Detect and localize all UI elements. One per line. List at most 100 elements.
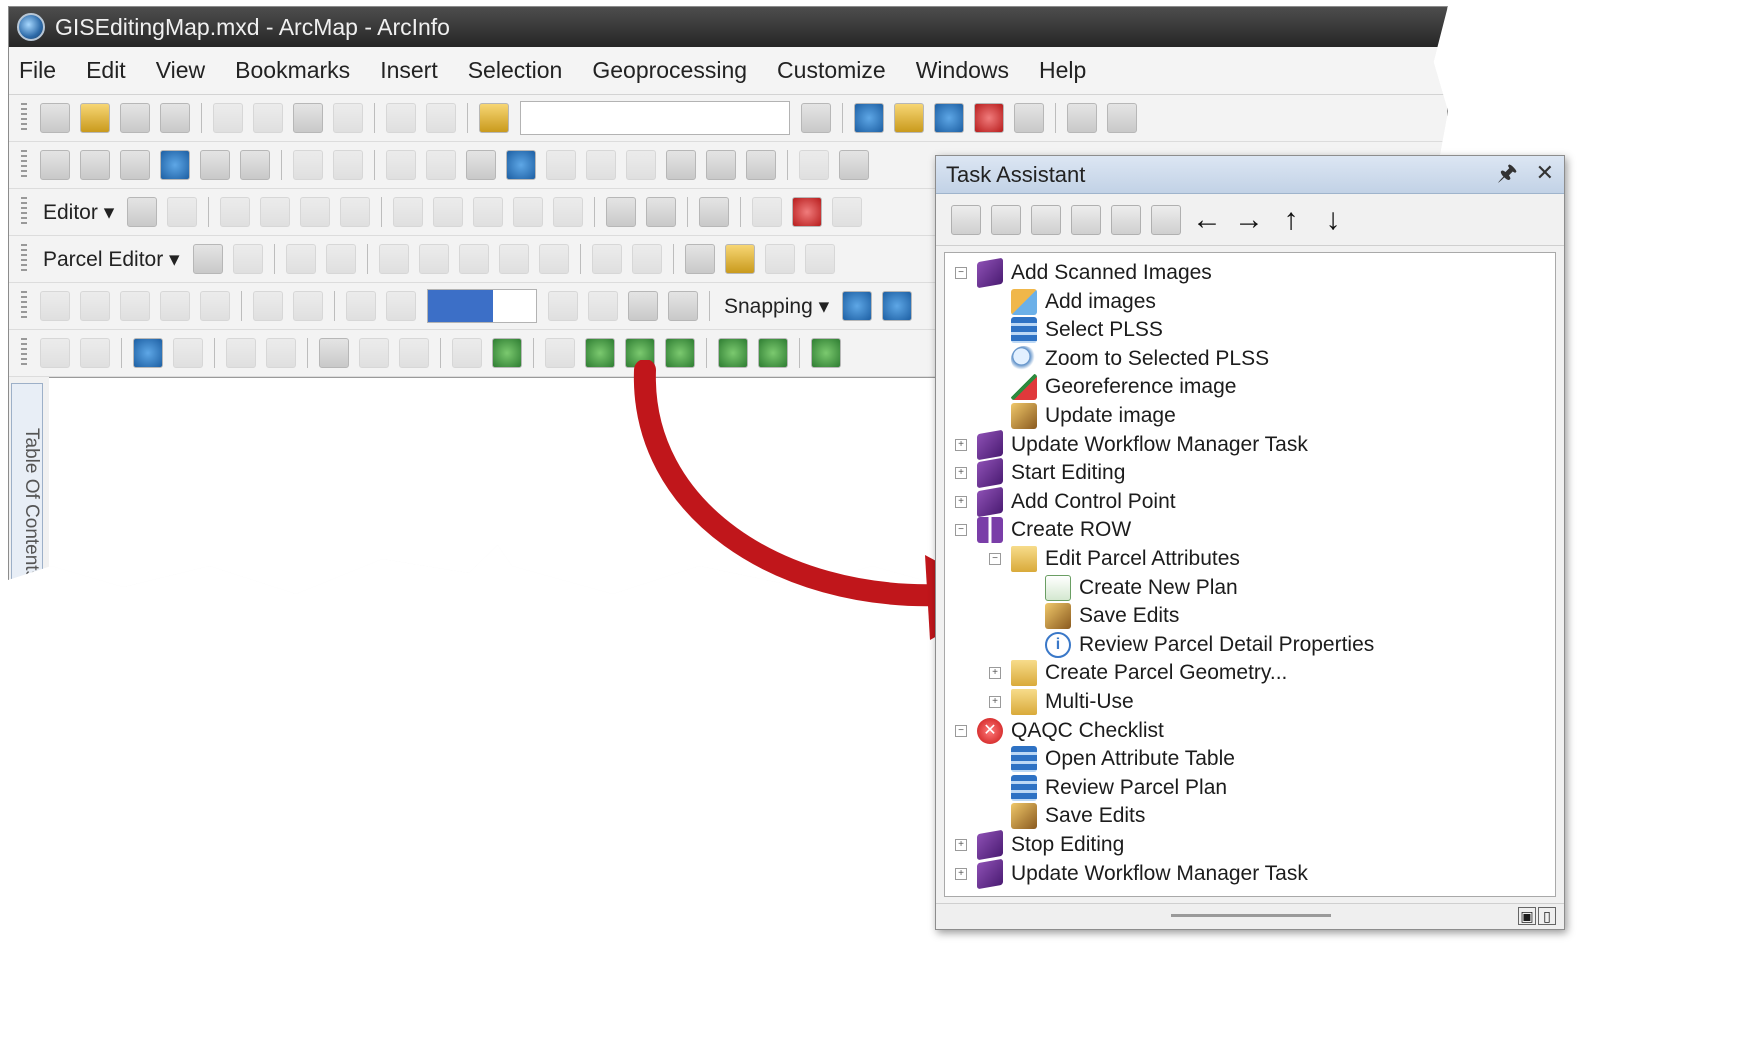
expander-toggle[interactable]: +	[989, 696, 1001, 708]
menu-windows[interactable]: Windows	[916, 57, 1009, 84]
task-tree-item[interactable]: + Update Workflow Manager Task	[955, 429, 1308, 460]
catalog-icon[interactable]	[894, 103, 924, 133]
expander-toggle[interactable]: +	[989, 667, 1001, 680]
task-tree-item[interactable]: Update image	[989, 402, 1176, 430]
parcel-explorer-icon[interactable]	[631, 244, 662, 274]
new-document-icon[interactable]	[40, 103, 70, 133]
edit-annotation-icon[interactable]	[167, 197, 198, 227]
layer-copy-icon[interactable]	[684, 244, 715, 274]
menu-edit[interactable]: Edit	[86, 57, 126, 84]
misc-tool-4-icon[interactable]	[173, 338, 203, 368]
misc-tool-5-icon[interactable]	[226, 338, 256, 368]
misc-tool-1-icon[interactable]	[40, 338, 70, 368]
select-features-icon[interactable]	[386, 150, 416, 180]
move-left-icon[interactable]: ←	[1190, 203, 1224, 237]
open-workflow-icon[interactable]	[951, 204, 981, 235]
measure-icon[interactable]	[626, 150, 656, 180]
toolbar-grip[interactable]	[21, 103, 27, 133]
fixed-zoom-out-icon[interactable]	[240, 150, 270, 180]
network-tool-2-icon[interactable]	[668, 291, 698, 321]
task-tree-item[interactable]: − ✕ QAQC Checklist	[955, 717, 1164, 745]
pin-icon[interactable]: 🖈	[1497, 160, 1517, 185]
expander-toggle[interactable]: +	[955, 467, 967, 480]
identify-icon[interactable]	[506, 150, 536, 180]
expander-toggle[interactable]: −	[989, 553, 1001, 565]
go-to-xy-icon[interactable]	[746, 150, 776, 180]
menu-help[interactable]: Help	[1039, 57, 1086, 84]
task-tree-item[interactable]: Review Parcel Plan	[989, 774, 1227, 802]
parcel-lines-icon[interactable]	[232, 244, 263, 274]
task-tree-item[interactable]: − Edit Parcel Attributes	[989, 545, 1240, 573]
task-tree-item[interactable]: Select PLSS	[989, 316, 1163, 344]
move-right-icon[interactable]: →	[1232, 203, 1266, 237]
task-tree-item[interactable]: − Add Scanned Images	[955, 257, 1212, 289]
menu-customize[interactable]: Customize	[777, 57, 886, 84]
layer-combo[interactable]	[427, 289, 537, 323]
georef-tool-3-icon[interactable]	[120, 291, 150, 321]
globe-tool-icon[interactable]	[492, 338, 522, 368]
hyperlink-icon[interactable]	[546, 150, 576, 180]
new-workflow-icon[interactable]	[1031, 204, 1061, 235]
expander-toggle[interactable]: +	[955, 495, 967, 508]
toolbar-grip[interactable]	[21, 150, 27, 180]
html-popup-icon[interactable]	[586, 150, 616, 180]
join-icon[interactable]	[378, 244, 409, 274]
task-tree-item[interactable]: Save Edits	[1023, 602, 1179, 630]
move-up-icon[interactable]: ↑	[1274, 203, 1308, 237]
misc-tool-7-icon[interactable]	[319, 338, 349, 368]
parcel-details-icon[interactable]	[325, 244, 356, 274]
parallel-icon[interactable]	[498, 244, 529, 274]
reshape-icon[interactable]	[433, 197, 464, 227]
arc-segment-icon[interactable]	[260, 197, 291, 227]
expander-toggle[interactable]: +	[955, 438, 967, 451]
edit-tool-icon[interactable]	[127, 197, 158, 227]
expander-toggle[interactable]: −	[955, 267, 967, 279]
sketch-properties-icon[interactable]	[646, 197, 677, 227]
find-icon[interactable]	[666, 150, 696, 180]
task-tree-item[interactable]: + Create Parcel Geometry...	[989, 659, 1287, 687]
expander-toggle[interactable]: −	[955, 724, 967, 737]
point-icon[interactable]	[340, 197, 371, 227]
zoom-out-icon[interactable]	[80, 150, 110, 180]
copy-task-icon[interactable]	[1111, 204, 1141, 235]
undo-icon[interactable]	[386, 103, 416, 133]
view-toggle-2-icon[interactable]: ▯	[1538, 907, 1556, 925]
find-route-icon[interactable]	[706, 150, 736, 180]
model-builder-icon[interactable]	[1067, 103, 1097, 133]
menu-bookmarks[interactable]: Bookmarks	[235, 57, 350, 84]
toolbar-grip[interactable]	[21, 338, 27, 368]
cut-polygons-icon[interactable]	[473, 197, 504, 227]
cut-icon[interactable]	[213, 103, 243, 133]
map-scale-combo[interactable]	[520, 101, 790, 135]
toolbar-grip[interactable]	[21, 291, 27, 321]
georef-tool-5-icon[interactable]	[200, 291, 230, 321]
task-tree-item[interactable]: Open Attribute Table	[989, 745, 1235, 773]
menu-file[interactable]: File	[19, 57, 56, 84]
toolbar-grip[interactable]	[21, 244, 27, 274]
georef-tool-4-icon[interactable]	[160, 291, 190, 321]
pan-icon[interactable]	[120, 150, 150, 180]
misc-tool-3-icon[interactable]	[133, 338, 163, 368]
expander-toggle[interactable]: −	[955, 524, 967, 537]
menu-view[interactable]: View	[156, 57, 205, 84]
expander-toggle[interactable]: +	[955, 867, 967, 880]
task-tree-item[interactable]: + Update Workflow Manager Task	[955, 858, 1308, 889]
copy-icon[interactable]	[253, 103, 283, 133]
open-folder-icon[interactable]	[991, 204, 1021, 235]
parcel-group-icon[interactable]	[724, 244, 755, 274]
task-tree-item[interactable]: i Review Parcel Detail Properties	[1023, 631, 1374, 659]
add-data-icon[interactable]	[479, 103, 509, 133]
clip-icon[interactable]	[538, 244, 569, 274]
toolbar-grip[interactable]	[21, 197, 27, 227]
move-down-icon[interactable]: ↓	[1316, 203, 1350, 237]
layout-tool-2-icon[interactable]	[588, 291, 618, 321]
open-folder-icon[interactable]	[80, 103, 110, 133]
edit-vertices-icon[interactable]	[393, 197, 424, 227]
save-workflow-icon[interactable]	[1071, 204, 1101, 235]
task-tree-item[interactable]: + Add Control Point	[955, 486, 1176, 518]
topology-icon[interactable]	[752, 197, 783, 227]
fixed-zoom-in-icon[interactable]	[200, 150, 230, 180]
expander-toggle[interactable]: +	[955, 839, 967, 851]
select-parcel-icon[interactable]	[192, 244, 223, 274]
whats-this-icon[interactable]	[1107, 103, 1137, 133]
